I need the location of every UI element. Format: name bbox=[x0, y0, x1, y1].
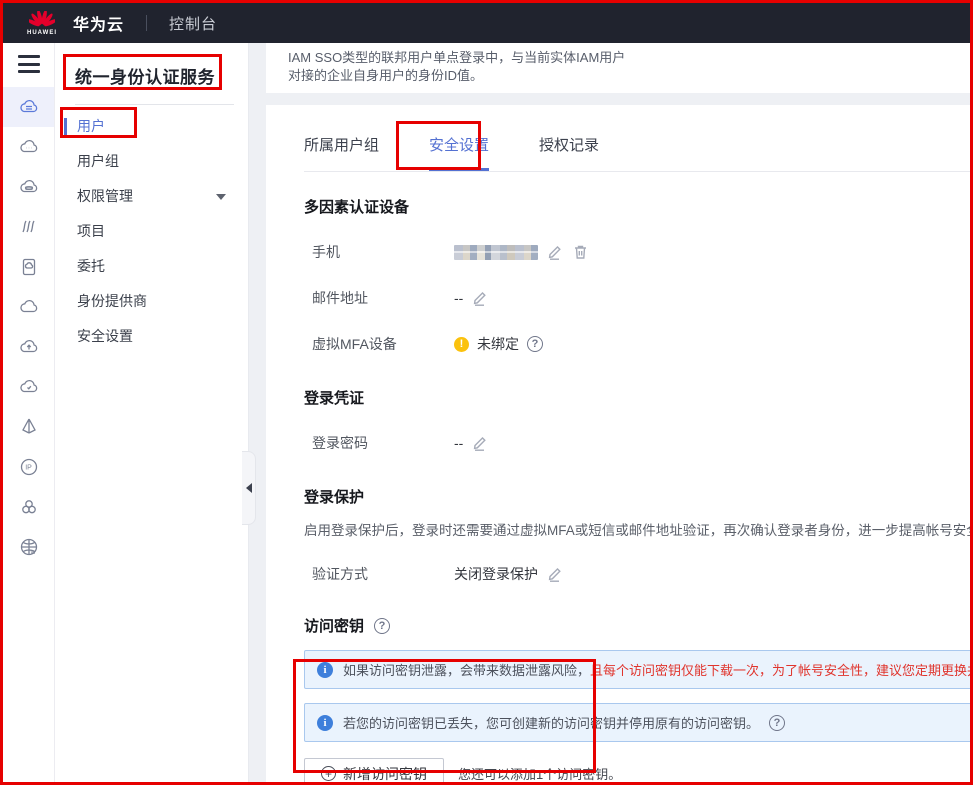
rail-item-waves[interactable] bbox=[3, 207, 54, 247]
access-key-alert-1: i 如果访问密钥泄露，会带来数据泄露风险，且每个访问密钥仅能下载一次，为了帐号安… bbox=[304, 650, 973, 689]
tooltip-line-2: 对接的企业自身用户的身份ID值。 bbox=[288, 67, 973, 85]
sidebar-item-permissions[interactable]: 权限管理 bbox=[55, 179, 248, 214]
access-key-actions: + 新增访问密钥 您还可以添加1个访问密钥。 bbox=[304, 758, 973, 785]
phone-label: 手机 bbox=[304, 242, 454, 262]
rail-item-cloud-dots[interactable] bbox=[3, 127, 54, 167]
virtual-mfa-label: 虚拟MFA设备 bbox=[304, 334, 454, 354]
cloud-clock-icon bbox=[17, 375, 41, 399]
waves-icon bbox=[17, 215, 41, 239]
protection-description: 启用登录保护后，登录时还需要通过虚拟MFA或短信或邮件地址验证，再次确认登录者身… bbox=[304, 519, 973, 539]
section-protection-title: 登录保护 bbox=[304, 486, 973, 507]
rail-item-cloud-upload[interactable] bbox=[3, 327, 54, 367]
screenshot-frame: HUAWEI 华为云 控制台 bbox=[0, 0, 973, 785]
row-password: 登录密码 -- bbox=[304, 432, 973, 454]
sidebar-item-agencies[interactable]: 委托 bbox=[55, 249, 248, 284]
tooltip-line-1: IAM SSO类型的联邦用户单点登录中，与当前实体IAM用户 bbox=[288, 49, 973, 67]
iam-sidebar: 统一身份认证服务 用户 用户组 权限管理 项目 委托 身份提供商 安全设置 bbox=[55, 43, 249, 782]
tab-bar: 所属用户组 安全设置 授权记录 bbox=[304, 105, 973, 172]
row-virtual-mfa: 虚拟MFA设备 ! 未绑定 ? bbox=[304, 333, 973, 355]
chevron-left-icon bbox=[246, 483, 252, 493]
globe-icon: w bbox=[17, 535, 41, 559]
row-verification: 验证方式 关闭登录保护 bbox=[304, 563, 973, 585]
sidebar-item-user-groups[interactable]: 用户组 bbox=[55, 144, 248, 179]
sidebar-item-users[interactable]: 用户 bbox=[55, 109, 248, 144]
cloud-dots-icon bbox=[17, 135, 41, 159]
sidebar-item-identity-providers[interactable]: 身份提供商 bbox=[55, 284, 248, 319]
hamburger-menu-icon[interactable] bbox=[18, 55, 40, 73]
topbar-divider bbox=[146, 15, 147, 31]
rail-item-cloud-clock[interactable] bbox=[3, 367, 54, 407]
section-credential-title: 登录凭证 bbox=[304, 387, 973, 408]
delete-phone-icon[interactable] bbox=[572, 243, 589, 261]
rail-item-user-group[interactable] bbox=[3, 487, 54, 527]
rail-item-pyramid[interactable] bbox=[3, 407, 54, 447]
user-detail-panel: 所属用户组 安全设置 授权记录 多因素认证设备 手机 邮件地址 bbox=[266, 105, 973, 785]
tab-security-settings[interactable]: 安全设置 bbox=[429, 134, 489, 171]
sidebar-divider bbox=[75, 104, 234, 105]
svg-text:w: w bbox=[29, 549, 36, 556]
section-access-key-title: 访问密钥 ? bbox=[304, 615, 973, 636]
access-key-quota-note: 您还可以添加1个访问密钥。 bbox=[458, 764, 621, 783]
tab-authorization-records[interactable]: 授权记录 bbox=[539, 134, 599, 171]
sidebar-item-security-settings[interactable]: 安全设置 bbox=[55, 319, 248, 354]
virtual-mfa-value: 未绑定 bbox=[477, 334, 519, 354]
cloud-stack-icon bbox=[17, 175, 41, 199]
edit-email-icon[interactable] bbox=[471, 289, 489, 307]
sidebar-collapse-handle[interactable] bbox=[242, 451, 256, 525]
add-access-key-button[interactable]: + 新增访问密钥 bbox=[304, 758, 444, 785]
rail-item-globe[interactable]: w bbox=[3, 527, 54, 567]
alert2-text: 若您的访问密钥已丢失，您可创建新的访问密钥并停用原有的访问密钥。 bbox=[343, 713, 759, 732]
info-icon: i bbox=[317, 715, 333, 731]
warning-icon: ! bbox=[454, 337, 469, 352]
help-icon-alert[interactable]: ? bbox=[769, 715, 785, 731]
chevron-down-icon bbox=[216, 194, 226, 200]
pyramid-icon bbox=[17, 415, 41, 439]
sidebar-item-projects[interactable]: 项目 bbox=[55, 214, 248, 249]
password-label: 登录密码 bbox=[304, 433, 454, 453]
main-content: IAM SSO类型的联邦用户单点登录中，与当前实体IAM用户 对接的企业自身用户… bbox=[249, 43, 970, 782]
edit-verification-icon[interactable] bbox=[546, 565, 564, 583]
rail-item-cloud-stack[interactable] bbox=[3, 167, 54, 207]
svg-text:IP: IP bbox=[25, 465, 32, 472]
row-phone: 手机 bbox=[304, 241, 973, 263]
logo-word: HUAWEI bbox=[27, 30, 57, 36]
user-group-icon bbox=[17, 495, 41, 519]
console-link[interactable]: 控制台 bbox=[169, 13, 217, 34]
brand-name[interactable]: 华为云 bbox=[73, 11, 124, 35]
help-icon-access-key[interactable]: ? bbox=[374, 618, 390, 634]
service-icon-rail: IP w bbox=[3, 43, 55, 782]
rail-item-doc-cloud[interactable] bbox=[3, 247, 54, 287]
access-key-alert-2: i 若您的访问密钥已丢失，您可创建新的访问密钥并停用原有的访问密钥。 ? bbox=[304, 703, 973, 742]
password-value: -- bbox=[454, 435, 463, 451]
email-value: -- bbox=[454, 290, 463, 306]
alert1-plain-text: 如果访问密钥泄露，会带来数据泄露风险， bbox=[343, 663, 590, 678]
section-mfa-title: 多因素认证设备 bbox=[304, 196, 973, 217]
edit-password-icon[interactable] bbox=[471, 434, 489, 452]
sso-tooltip-box: IAM SSO类型的联邦用户单点登录中，与当前实体IAM用户 对接的企业自身用户… bbox=[266, 43, 973, 93]
cloud-upload-icon bbox=[17, 335, 41, 359]
email-label: 邮件地址 bbox=[304, 288, 454, 308]
top-bar: HUAWEI 华为云 控制台 bbox=[3, 3, 970, 43]
rail-item-ip[interactable]: IP bbox=[3, 447, 54, 487]
cloud-icon bbox=[17, 295, 41, 319]
doc-cloud-icon bbox=[17, 255, 41, 279]
ip-icon: IP bbox=[17, 455, 41, 479]
background-gap bbox=[249, 93, 970, 105]
huawei-flower-icon bbox=[29, 11, 55, 29]
help-icon-mfa[interactable]: ? bbox=[527, 336, 543, 352]
plus-circle-icon: + bbox=[321, 766, 336, 781]
verification-label: 验证方式 bbox=[304, 564, 454, 584]
rail-item-cloud[interactable] bbox=[3, 287, 54, 327]
huawei-logo[interactable]: HUAWEI bbox=[27, 11, 57, 36]
row-email: 邮件地址 -- bbox=[304, 287, 973, 309]
verification-value: 关闭登录保护 bbox=[454, 564, 538, 584]
info-icon: i bbox=[317, 662, 333, 678]
alert1-red-text: 且每个访问密钥仅能下载一次，为了帐号安全性，建议您定期更换并妥善保 bbox=[590, 663, 973, 678]
service-title: 统一身份认证服务 bbox=[75, 63, 248, 88]
phone-value-redacted bbox=[454, 245, 538, 260]
edit-phone-icon[interactable] bbox=[546, 243, 564, 261]
cloud-server-icon bbox=[17, 95, 41, 119]
tab-user-groups[interactable]: 所属用户组 bbox=[304, 134, 379, 171]
rail-item-cloud-server[interactable] bbox=[3, 87, 54, 127]
